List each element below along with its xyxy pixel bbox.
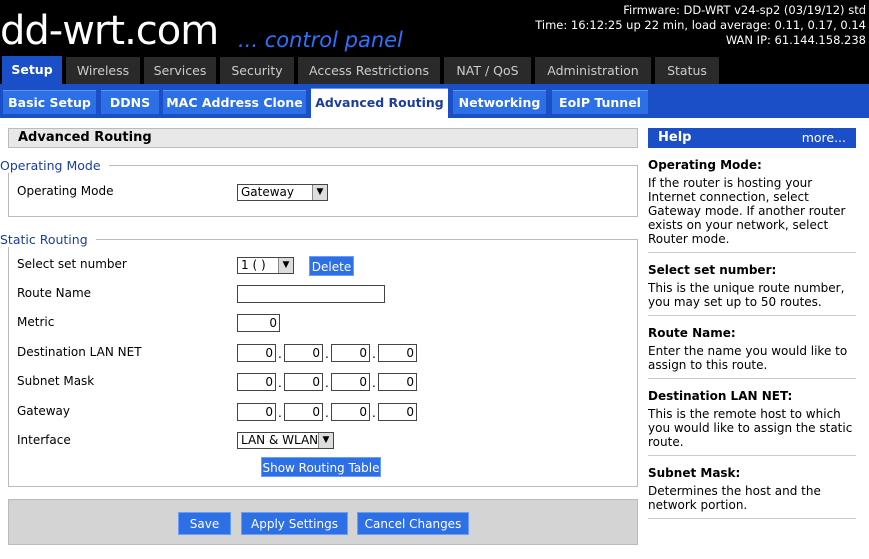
operating-mode-legend: Operating Mode bbox=[0, 158, 109, 173]
cancel-changes-button[interactable]: Cancel Changes bbox=[357, 512, 469, 535]
control-panel-subtitle: ... control panel bbox=[238, 28, 403, 52]
help-item-title: Operating Mode: bbox=[648, 158, 762, 172]
route-name-input[interactable] bbox=[237, 285, 385, 303]
help-item-text: This is the unique route number, you may… bbox=[648, 281, 845, 309]
help-item: Subnet Mask: Determines the host and the… bbox=[648, 456, 856, 519]
section-title: Advanced Routing bbox=[8, 128, 638, 148]
dest-octet-1[interactable]: 0 bbox=[237, 344, 276, 362]
help-item: Destination LAN NET: This is the remote … bbox=[648, 379, 856, 456]
interface-select[interactable]: LAN & WLAN ▼ bbox=[237, 432, 334, 449]
subtab-advanced-routing[interactable]: Advanced Routing bbox=[311, 88, 448, 118]
tab-administration[interactable]: Administration bbox=[535, 57, 651, 84]
set-number-select[interactable]: 1 ( ) ▼ bbox=[237, 257, 294, 274]
gateway-octet-3[interactable]: 0 bbox=[331, 403, 370, 421]
help-item: Select set number: This is the unique ro… bbox=[648, 253, 856, 316]
help-item-title: Select set number: bbox=[648, 263, 777, 277]
help-item-text: If the router is hosting your Internet c… bbox=[648, 176, 846, 246]
help-title: Help bbox=[658, 130, 692, 145]
sub-tab-bar: Basic Setup DDNS MAC Address Clone Advan… bbox=[0, 84, 869, 118]
tab-setup[interactable]: Setup bbox=[2, 56, 62, 84]
subtab-networking[interactable]: Networking bbox=[453, 90, 546, 114]
gateway-octet-1[interactable]: 0 bbox=[237, 403, 276, 421]
uptime-text: Time: 16:12:25 up 22 min, load average: … bbox=[535, 18, 866, 32]
help-item-text: This is the remote host to which you wou… bbox=[648, 407, 853, 449]
help-item: Route Name: Enter the name you would lik… bbox=[648, 316, 856, 379]
tab-services[interactable]: Services bbox=[144, 57, 216, 84]
gateway-octet-4[interactable]: 0 bbox=[378, 403, 417, 421]
subtab-eoip-tunnel[interactable]: EoIP Tunnel bbox=[552, 90, 648, 114]
interface-label: Interface bbox=[17, 433, 71, 447]
operating-mode-label: Operating Mode bbox=[17, 184, 114, 198]
static-routing-legend: Static Routing bbox=[0, 232, 96, 247]
metric-input[interactable]: 0 bbox=[237, 314, 280, 332]
help-item-title: Route Name: bbox=[648, 326, 736, 340]
gateway-label: Gateway bbox=[17, 404, 71, 418]
route-name-label: Route Name bbox=[17, 286, 92, 300]
tab-wireless[interactable]: Wireless bbox=[66, 57, 140, 84]
tab-access-restrictions[interactable]: Access Restrictions bbox=[298, 57, 440, 84]
delete-button[interactable]: Delete bbox=[309, 256, 354, 276]
metric-label: Metric bbox=[17, 315, 55, 329]
main-content: Advanced Routing Operating Mode Operatin… bbox=[0, 118, 869, 559]
help-item-text: Determines the host and the network port… bbox=[648, 484, 821, 512]
header: dd-wrt.com ... control panel Firmware: D… bbox=[0, 0, 869, 56]
main-tab-bar: Setup Wireless Services Security Access … bbox=[0, 56, 869, 84]
subnet-octet-1[interactable]: 0 bbox=[237, 373, 276, 391]
tab-security[interactable]: Security bbox=[220, 57, 294, 84]
dest-octet-2[interactable]: 0 bbox=[284, 344, 323, 362]
subnet-octet-3[interactable]: 0 bbox=[331, 373, 370, 391]
set-number-label: Select set number bbox=[17, 257, 127, 271]
tab-nat-qos[interactable]: NAT / QoS bbox=[444, 57, 531, 84]
help-header: Help more... bbox=[648, 128, 856, 148]
operating-mode-select[interactable]: Gateway ▼ bbox=[237, 184, 328, 201]
apply-settings-button[interactable]: Apply Settings bbox=[241, 512, 348, 535]
help-more-link[interactable]: more... bbox=[802, 128, 846, 148]
tab-status[interactable]: Status bbox=[655, 57, 719, 84]
wan-ip-text: WAN IP: 61.144.158.238 bbox=[725, 33, 866, 47]
chevron-down-icon: ▼ bbox=[312, 185, 327, 200]
dest-octet-4[interactable]: 0 bbox=[378, 344, 417, 362]
help-item-text: Enter the name you would like to assign … bbox=[648, 344, 848, 372]
gateway-octet-2[interactable]: 0 bbox=[284, 403, 323, 421]
save-button[interactable]: Save bbox=[178, 512, 231, 535]
dest-octet-3[interactable]: 0 bbox=[331, 344, 370, 362]
router-status: Firmware: DD-WRT v24-sp2 (03/19/12) std … bbox=[535, 3, 866, 48]
chevron-down-icon: ▼ bbox=[278, 258, 293, 273]
show-routing-table-button[interactable]: Show Routing Table bbox=[261, 457, 381, 477]
help-panel: Help more... Operating Mode: If the rout… bbox=[648, 128, 856, 519]
subnet-octet-2[interactable]: 0 bbox=[284, 373, 323, 391]
subtab-ddns[interactable]: DDNS bbox=[101, 90, 159, 114]
subnet-octet-4[interactable]: 0 bbox=[378, 373, 417, 391]
ddwrt-logo[interactable]: dd-wrt.com bbox=[0, 8, 219, 54]
subtab-basic-setup[interactable]: Basic Setup bbox=[3, 90, 96, 114]
button-bar: Save Apply Settings Cancel Changes bbox=[8, 499, 638, 545]
firmware-text: Firmware: DD-WRT v24-sp2 (03/19/12) std bbox=[623, 3, 866, 17]
subnet-mask-label: Subnet Mask bbox=[17, 374, 95, 388]
chevron-down-icon: ▼ bbox=[318, 433, 333, 448]
help-item-title: Destination LAN NET: bbox=[648, 389, 793, 403]
subtab-mac-address-clone[interactable]: MAC Address Clone bbox=[163, 90, 306, 114]
help-item-title: Subnet Mask: bbox=[648, 466, 741, 480]
destination-lan-net-label: Destination LAN NET bbox=[17, 345, 142, 359]
help-item: Operating Mode: If the router is hosting… bbox=[648, 148, 856, 253]
